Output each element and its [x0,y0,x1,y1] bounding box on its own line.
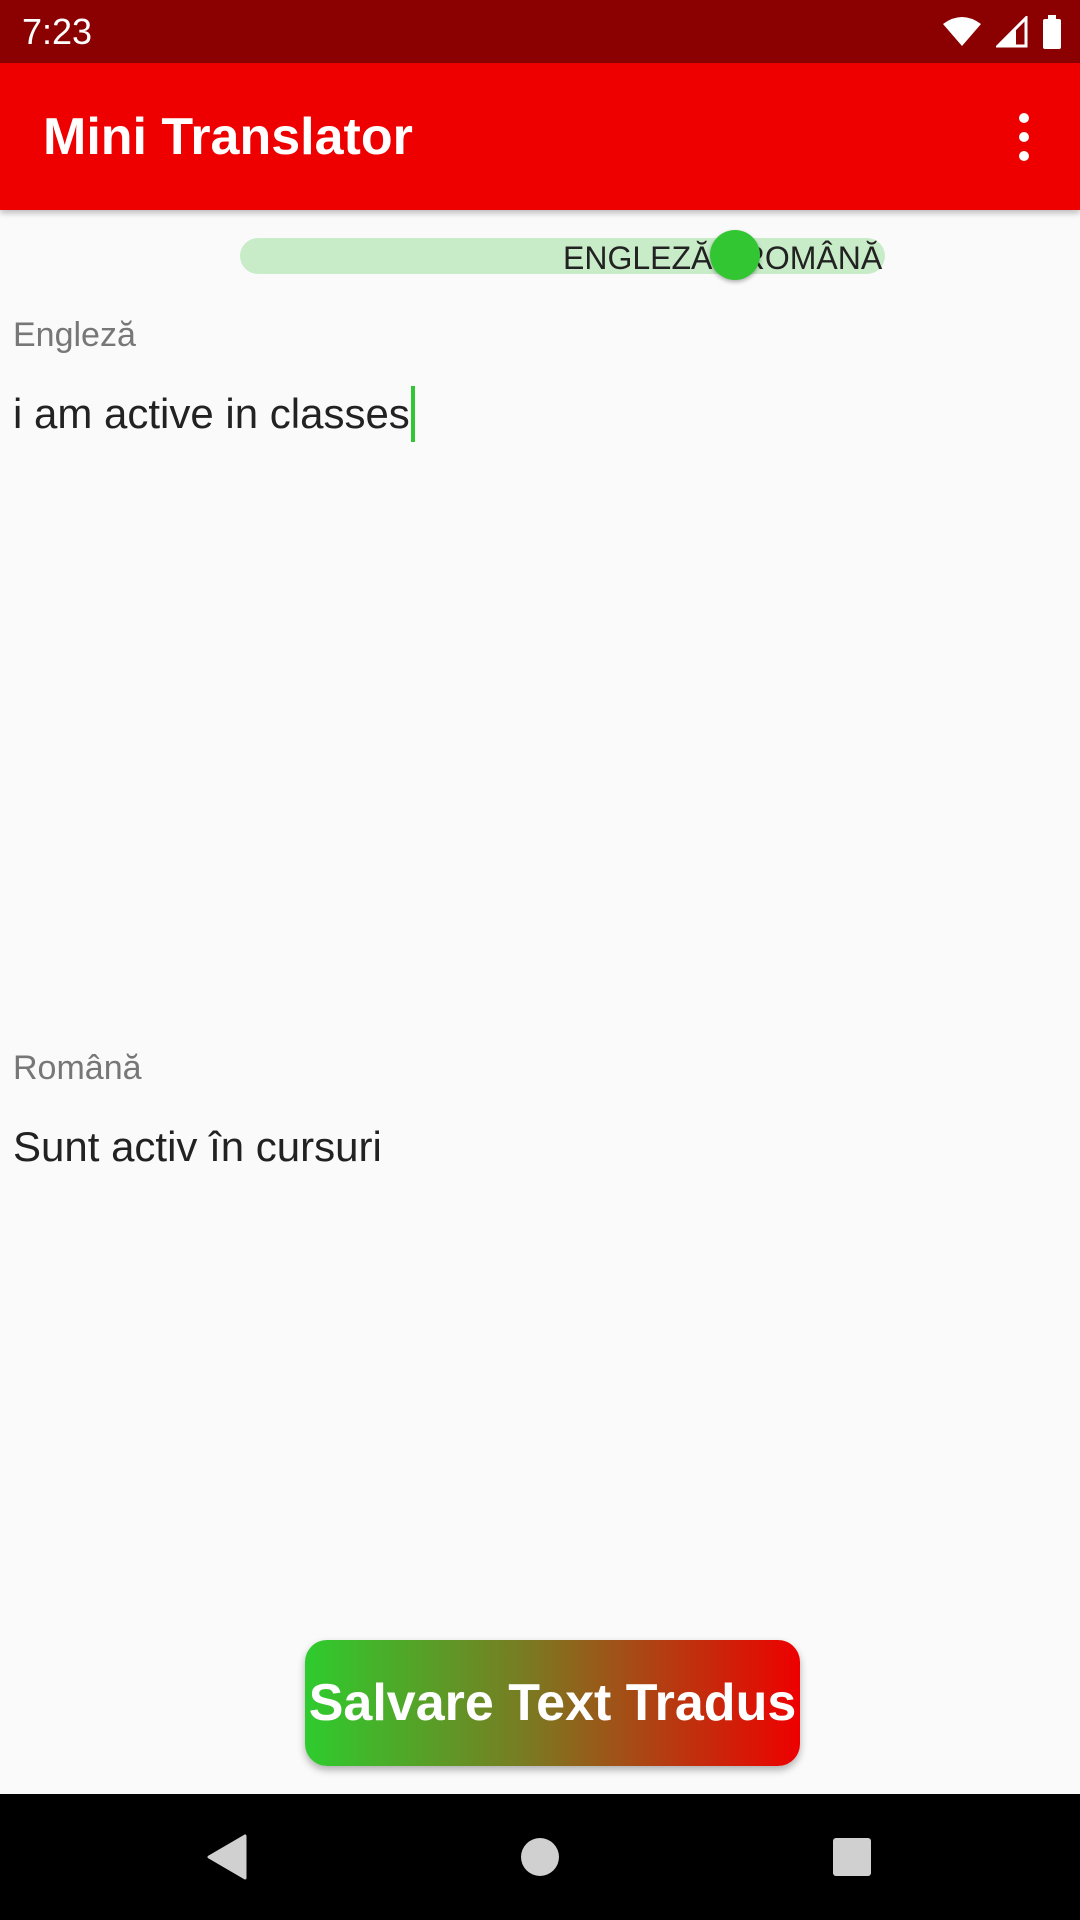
text-cursor [410,386,415,442]
overflow-dot [1019,132,1029,142]
language-switch-thumb[interactable] [710,230,760,280]
screen: 7:23 Mini Translator ENGLEZĂ->ROMÂNĂ Eng… [0,0,1080,1920]
app-bar: Mini Translator [0,63,1080,210]
overflow-dot [1019,151,1029,161]
more-vert-icon[interactable] [992,105,1056,169]
status-icons [942,12,1062,52]
app-title: Mini Translator [43,108,413,166]
recents-icon[interactable] [820,1794,884,1920]
source-input-text: i am active in classes [13,390,410,437]
status-bar: 7:23 [0,0,1080,63]
wifi-icon [942,16,982,48]
overflow-dot [1019,113,1029,123]
back-icon[interactable] [195,1794,259,1920]
target-label: Română [13,1049,142,1087]
battery-icon [1042,15,1062,49]
navigation-bar [0,1794,1080,1920]
save-translation-button[interactable]: Salvare Text Tradus [305,1640,800,1766]
source-label: Engleză [13,316,136,354]
home-icon[interactable] [508,1794,572,1920]
signal-icon [996,16,1028,48]
target-output[interactable]: Sunt activ în cursuri [13,1119,382,1175]
source-input[interactable]: i am active in classes [13,386,415,442]
status-time: 7:23 [22,11,93,52]
